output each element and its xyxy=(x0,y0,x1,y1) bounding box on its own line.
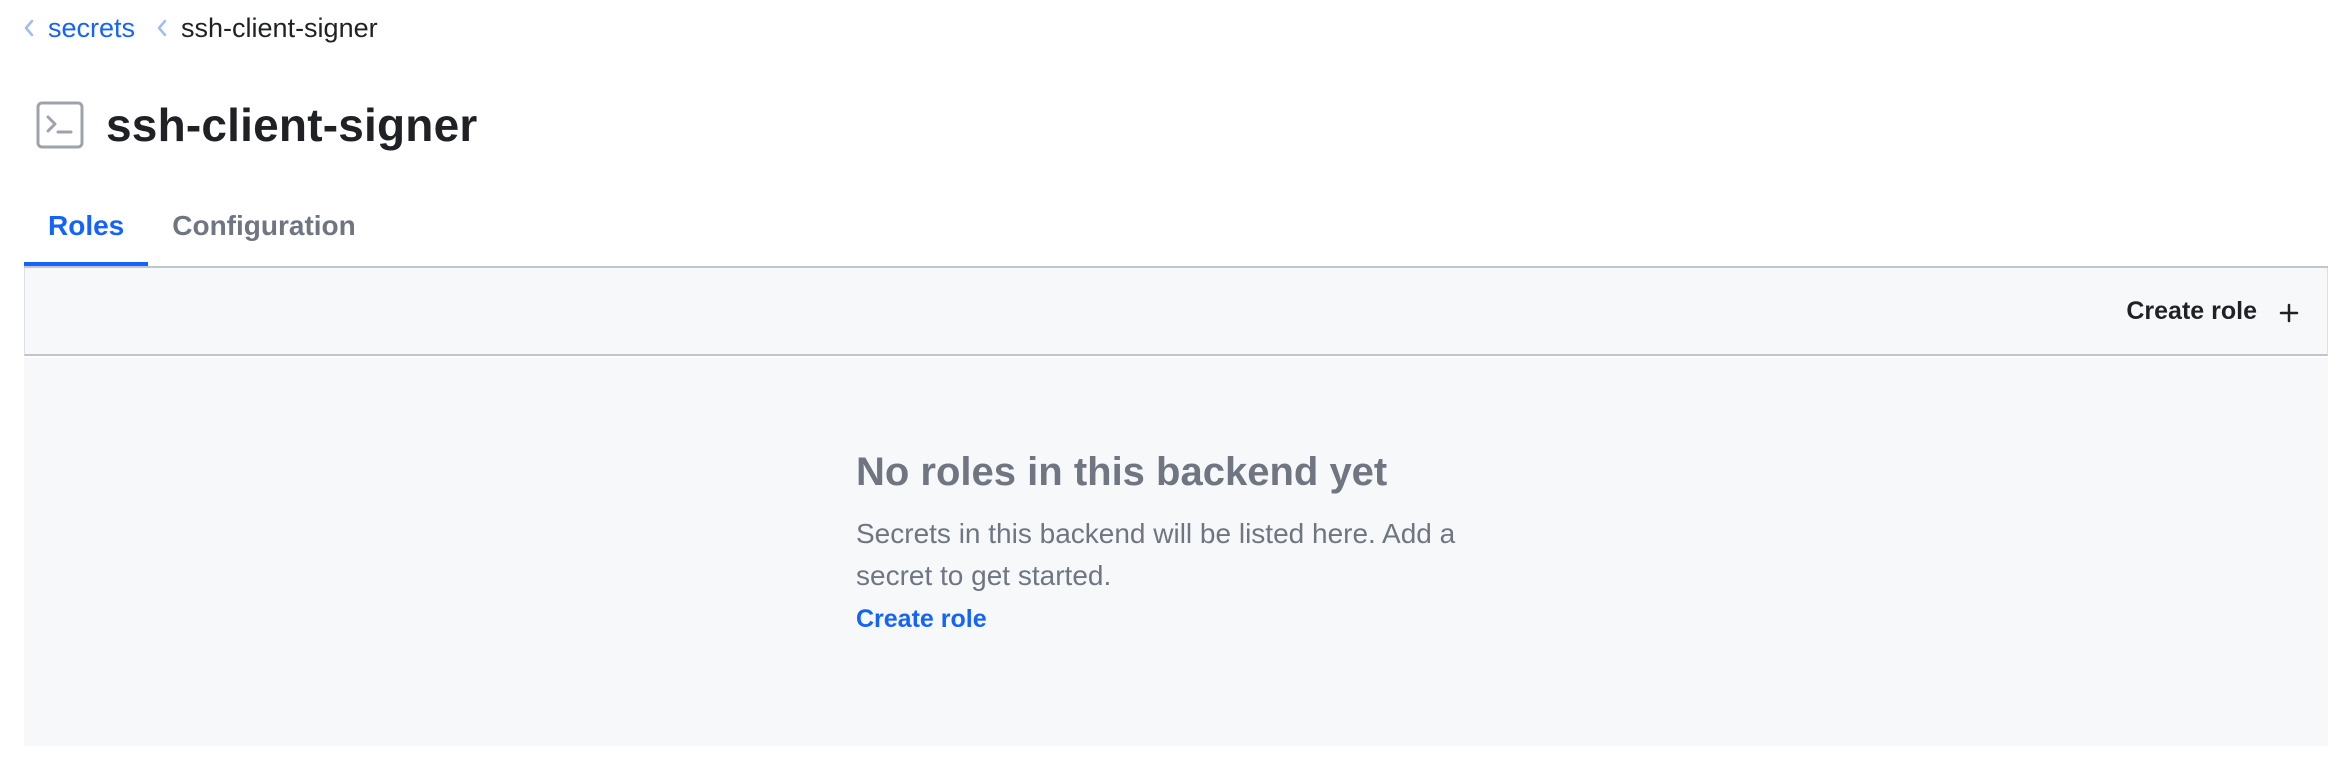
tab-bar: Roles Configuration xyxy=(24,186,2328,268)
toolbar: Create role xyxy=(24,268,2328,356)
empty-state-create-role-link[interactable]: Create role xyxy=(856,605,987,633)
empty-state-content: No roles in this backend yet Secrets in … xyxy=(856,450,1536,634)
tab-configuration[interactable]: Configuration xyxy=(148,186,380,266)
breadcrumb-link-secrets[interactable]: secrets xyxy=(48,13,135,44)
empty-state-message: Secrets in this backend will be listed h… xyxy=(856,518,1456,591)
chevron-left-icon xyxy=(155,16,169,40)
empty-state-title: No roles in this backend yet xyxy=(856,450,1388,494)
create-role-button[interactable]: Create role xyxy=(2126,268,2299,354)
page-header: ssh-client-signer xyxy=(36,90,478,160)
tab-roles[interactable]: Roles xyxy=(24,186,149,266)
plus-icon xyxy=(2279,301,2299,323)
terminal-icon xyxy=(36,101,84,149)
page-title: ssh-client-signer xyxy=(106,99,478,151)
empty-state: No roles in this backend yet Secrets in … xyxy=(24,358,2328,746)
create-role-label: Create role xyxy=(2126,296,2257,325)
chevron-left-icon xyxy=(22,16,36,40)
page: secrets ssh-client-signer ssh-client-sig… xyxy=(0,0,2346,768)
breadcrumb-current: ssh-client-signer xyxy=(181,12,378,43)
breadcrumb: secrets ssh-client-signer xyxy=(22,10,378,46)
